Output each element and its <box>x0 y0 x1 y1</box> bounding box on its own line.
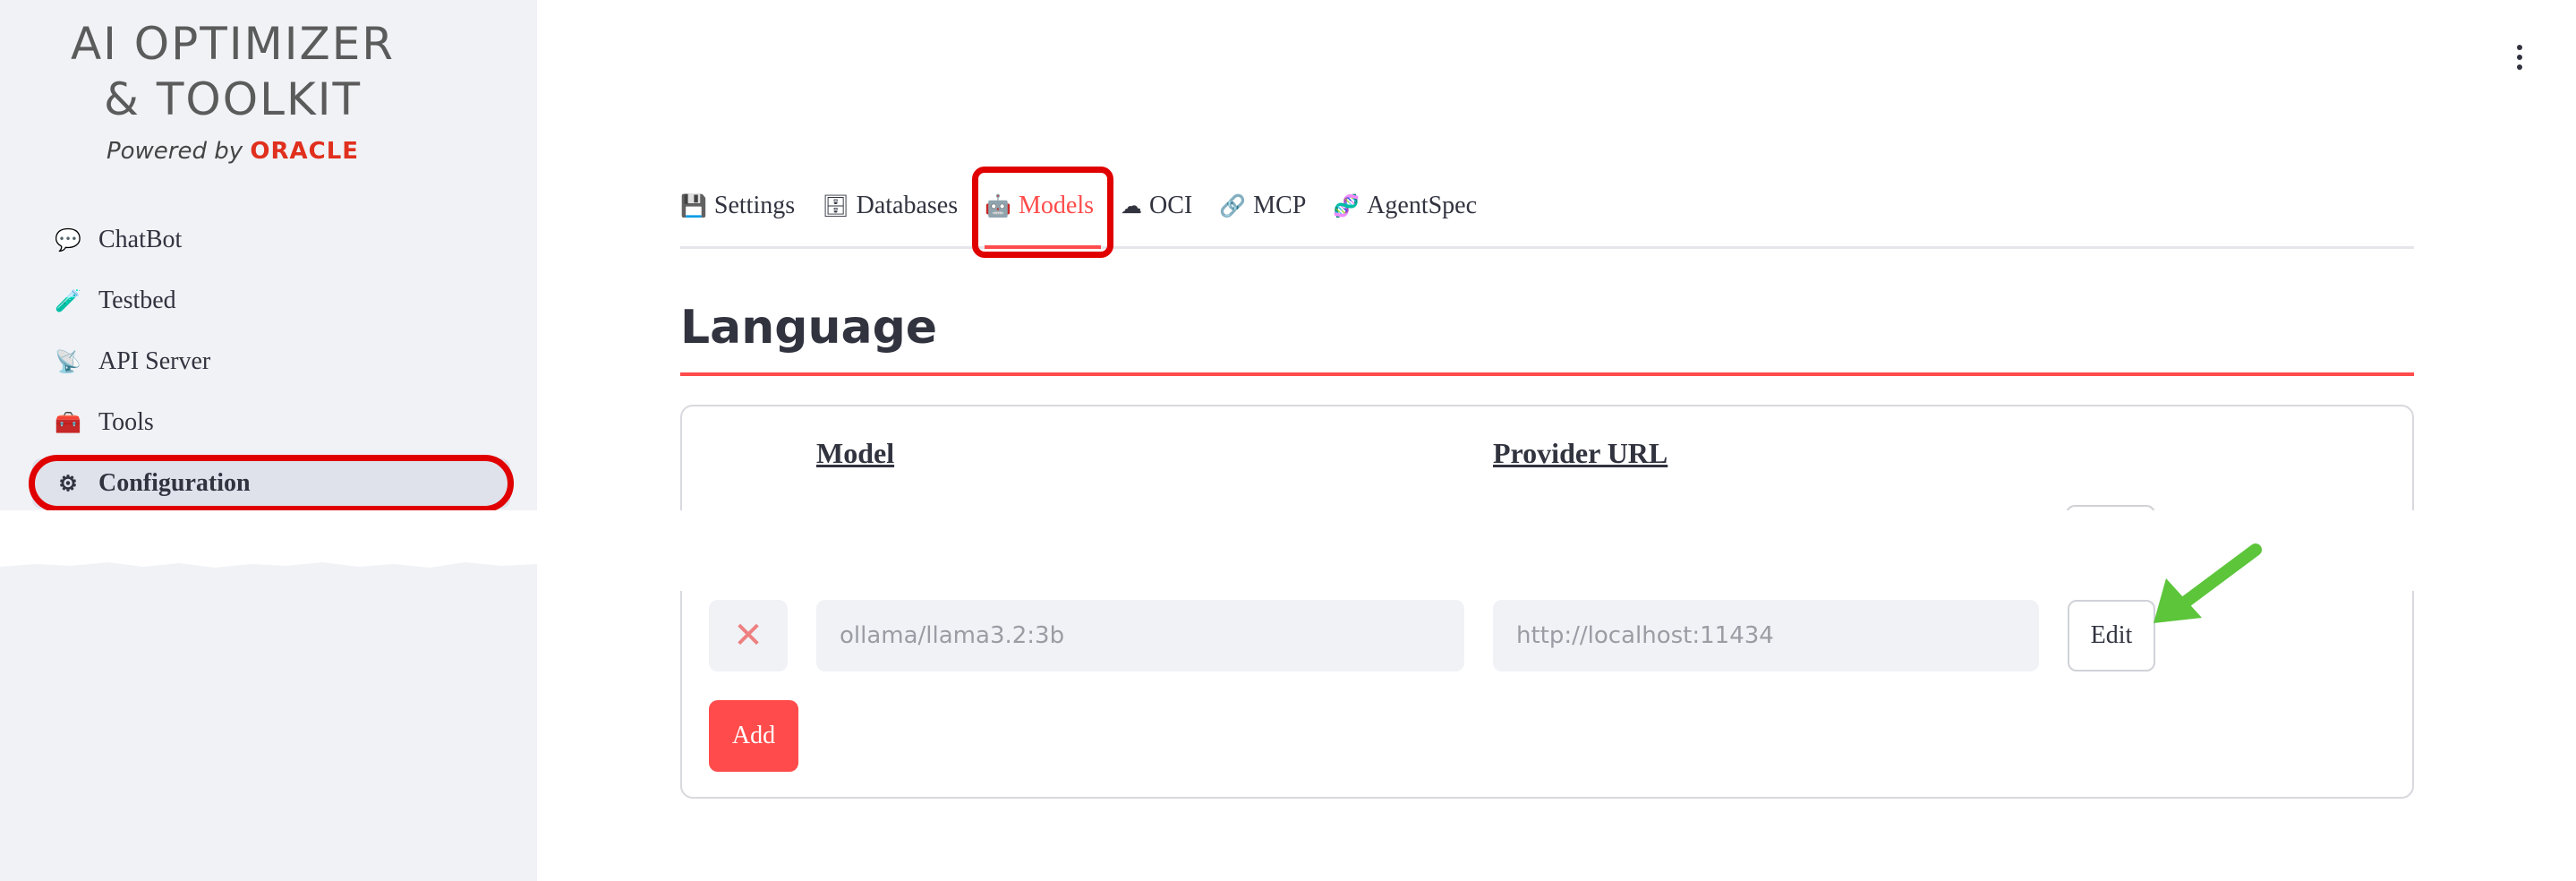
tab-agentspec[interactable]: 🧬 AgentSpec <box>1333 179 1491 233</box>
close-icon: ✕ <box>733 615 763 656</box>
column-header-provider-url: Provider URL <box>1493 437 1668 469</box>
tab-oci[interactable]: ☁ OCI <box>1121 179 1207 233</box>
config-tabs: 💾 Settings 🗄 Databases 🤖 Models ☁ OCI 🔗 … <box>680 167 2414 258</box>
sidebar-item-chatbot[interactable]: 💬 ChatBot <box>32 215 510 265</box>
sidebar-item-configuration[interactable]: ⚙ Configuration <box>29 455 514 512</box>
sidebar: AI OPTIMIZER & TOOLKIT Powered by ORACLE… <box>0 0 537 881</box>
sidebar-item-label: ChatBot <box>98 226 183 253</box>
section-title: Language <box>680 295 2414 376</box>
sidebar-item-label: Configuration <box>98 469 251 497</box>
tab-models[interactable]: 🤖 Models <box>972 167 1113 258</box>
sidebar-item-api-server[interactable]: 📡 API Server <box>32 337 510 387</box>
sidebar-item-label: Tools <box>98 408 154 436</box>
tab-label: Settings <box>713 192 796 219</box>
robot-icon: 🤖 <box>985 194 1011 218</box>
cloud-icon: ☁ <box>1121 194 1142 218</box>
sidebar-item-label: API Server <box>98 347 211 375</box>
column-header-model: Model <box>816 437 895 469</box>
oracle-logo: ORACLE <box>250 138 360 165</box>
logo-title-line2: & TOOLKIT <box>103 73 363 125</box>
file-cabinet-icon: 🗄 <box>822 194 849 218</box>
dna-icon: 🧬 <box>1333 194 1361 218</box>
tab-settings[interactable]: 💾 Settings <box>680 179 809 233</box>
edit-model-button[interactable]: Edit <box>2068 600 2155 671</box>
tab-databases[interactable]: 🗄 Databases <box>822 179 972 233</box>
main-menu-kebab-icon[interactable] <box>2506 39 2533 75</box>
provider-url-field[interactable]: http://localhost:11434 <box>1493 600 2039 671</box>
tab-label: AgentSpec <box>1367 192 1478 219</box>
app-logo: AI OPTIMIZER & TOOLKIT Powered by ORACLE <box>0 16 465 165</box>
model-name-field[interactable]: ollama/llama3.2:3b <box>816 600 1464 671</box>
satellite-icon: 📡 <box>55 350 81 374</box>
test-tube-icon: 🧪 <box>55 289 81 313</box>
toolbox-icon: 🧰 <box>55 411 81 435</box>
link-icon: 🔗 <box>1219 194 1247 218</box>
floppy-disk-icon: 💾 <box>680 194 707 218</box>
gear-icon: ⚙ <box>58 472 78 496</box>
tab-label: MCP <box>1253 192 1307 219</box>
speech-bubble-icon: 💬 <box>55 228 81 252</box>
sidebar-item-label: Testbed <box>98 287 176 314</box>
sidebar-item-tools[interactable]: 🧰 Tools <box>32 398 510 448</box>
tab-mcp[interactable]: 🔗 MCP <box>1219 179 1320 233</box>
logo-title-line1: AI OPTIMIZER <box>70 18 396 70</box>
tab-label: Databases <box>856 192 959 219</box>
powered-by-text: Powered by <box>106 138 251 165</box>
tab-label: Models <box>1019 192 1094 219</box>
annotation-arrow-icon <box>2154 543 2262 623</box>
tab-label: OCI <box>1149 192 1193 219</box>
sidebar-nav: 💬 ChatBot 🧪 Testbed 📡 API Server 🧰 Tools… <box>29 215 514 519</box>
add-model-button[interactable]: Add <box>709 700 798 772</box>
delete-model-button[interactable]: ✕ <box>709 600 788 671</box>
powered-by: Powered by ORACLE <box>0 138 465 165</box>
sidebar-item-testbed[interactable]: 🧪 Testbed <box>32 276 510 326</box>
